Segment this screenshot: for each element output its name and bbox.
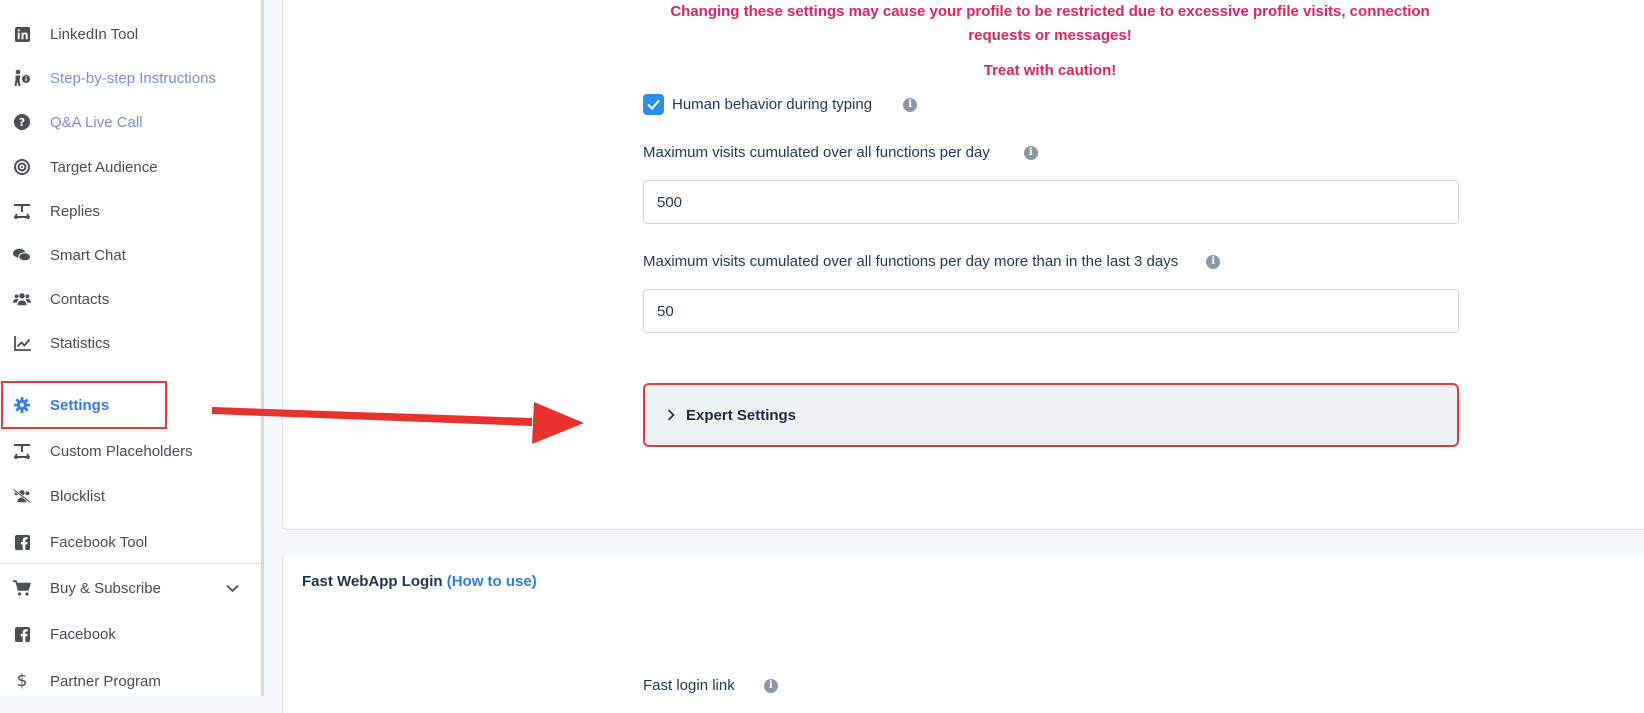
sidebar-item-partner-program[interactable]: $ Partner Program [0,661,261,701]
sidebar-item-label: Partner Program [50,672,161,690]
sidebar-item-facebook[interactable]: Facebook [0,614,261,654]
fast-login-title: Fast WebApp Login (How to use) [302,573,537,590]
human-behavior-row: Human behavior during typing i [643,94,918,115]
facebook-icon [13,533,31,551]
human-behavior-label: Human behavior during typing [672,96,873,113]
sidebar-item-label: Replies [50,202,101,220]
sidebar-item-linkedin-tool[interactable]: LinkedIn Tool [0,14,261,54]
fast-login-link-label: Fast login link [643,677,735,694]
sidebar-item-label: Smart Chat [50,246,126,264]
sidebar-item-label: Facebook [50,625,116,643]
chevron-right-icon [667,409,675,421]
max-visits-input[interactable] [643,180,1459,224]
max-visits-last3-input[interactable] [643,289,1459,333]
info-icon[interactable]: i [763,678,778,693]
users-slash-icon [13,487,31,505]
users-icon [13,290,31,308]
sidebar-item-label: Contacts [50,290,110,308]
caution-text: Treat with caution! [983,62,1117,79]
sidebar-item-label: Blocklist [50,487,106,505]
sidebar-item-label: Q&A Live Call [50,113,143,131]
max-visits-last3-row: Maximum visits cumulated over all functi… [643,253,1221,270]
replies-icon [13,202,31,220]
svg-text:?: ? [19,116,25,129]
sidebar-item-qa-live-call[interactable]: ? Q&A Live Call [0,102,261,142]
max-visits-row: Maximum visits cumulated over all functi… [643,144,1038,161]
facebook-icon [13,625,31,643]
fast-login-link-row: Fast login link i [643,677,778,694]
sidebar-item-blocklist[interactable]: Blocklist [0,476,261,516]
sidebar-item-label: Custom Placeholders [50,442,193,460]
info-icon[interactable]: i [1023,145,1038,160]
sidebar-item-label: Buy & Subscribe [50,579,161,597]
restriction-warning: Changing these settings may cause your p… [670,3,1430,44]
sidebar-item-smart-chat[interactable]: Smart Chat [0,235,261,275]
sidebar-item-label: Step-by-step Instructions [50,69,216,87]
question-circle-icon: ? [13,113,31,131]
sidebar-item-facebook-tool[interactable]: Facebook Tool [0,522,261,562]
chart-line-icon [13,334,31,352]
sidebar-item-label: Target Audience [50,158,158,176]
expert-settings-toggle[interactable]: Expert Settings [643,383,1459,447]
max-visits-last3-label: Maximum visits cumulated over all functi… [643,253,1179,270]
sidebar-item-contacts[interactable]: Contacts [0,279,261,319]
chat-bubbles-icon [13,246,31,264]
sidebar-item-statistics[interactable]: Statistics [0,323,261,363]
sidebar-item-target-audience[interactable]: Target Audience [0,147,261,187]
sidebar: LinkedIn Tool Step-by-step Instructions … [0,0,264,696]
person-info-icon [13,69,31,87]
sidebar-item-label: Facebook Tool [50,533,148,551]
human-behavior-checkbox[interactable] [643,94,664,115]
how-to-use-link[interactable]: (How to use) [447,573,537,590]
dollar-icon: $ [16,671,28,691]
settings-highlight-box [1,381,167,429]
sidebar-item-replies[interactable]: Replies [0,191,261,231]
linkedin-icon [13,25,31,43]
sidebar-item-label: LinkedIn Tool [50,25,139,43]
info-icon[interactable]: i [903,97,918,112]
sidebar-item-label: Statistics [50,334,111,352]
expert-settings-label: Expert Settings [686,406,797,424]
fast-login-title-text: Fast WebApp Login [302,573,443,590]
placeholder-icon [13,442,31,460]
info-icon[interactable]: i [1206,254,1221,269]
sidebar-item-step-by-step[interactable]: Step-by-step Instructions [0,58,261,98]
annotation-arrow-icon [212,402,584,444]
chevron-down-icon[interactable] [226,580,239,597]
sidebar-divider [0,563,261,564]
target-icon [13,158,31,176]
cart-icon [13,579,31,597]
sidebar-item-buy-subscribe[interactable]: Buy & Subscribe [0,568,261,608]
max-visits-label: Maximum visits cumulated over all functi… [643,144,990,161]
